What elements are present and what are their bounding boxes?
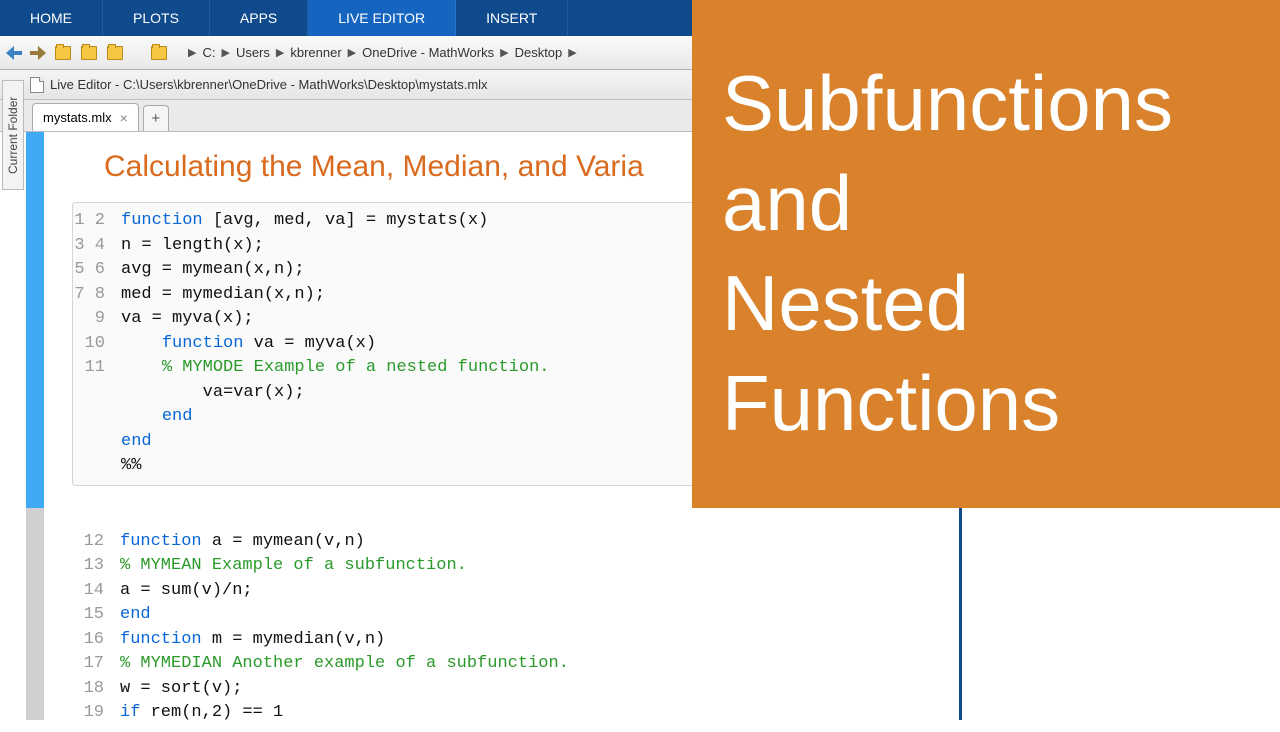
chevron-right-icon: ▶ bbox=[500, 46, 508, 59]
new-tab-button[interactable]: + bbox=[143, 105, 169, 131]
file-tab-label: mystats.mlx bbox=[43, 110, 112, 125]
close-icon[interactable]: × bbox=[120, 110, 128, 126]
file-tab[interactable]: mystats.mlx × bbox=[32, 103, 139, 131]
line-gutter: 1 2 3 4 5 6 7 8 9 10 11 bbox=[73, 203, 113, 485]
document-icon bbox=[30, 77, 44, 93]
panel-divider[interactable] bbox=[959, 508, 962, 720]
chevron-right-icon: ▶ bbox=[276, 46, 284, 59]
overlay-line: Subfunctions bbox=[722, 54, 1250, 154]
tab-live-editor[interactable]: LIVE EDITOR bbox=[308, 0, 456, 36]
folder-up-icon[interactable] bbox=[78, 42, 100, 64]
breadcrumb-item[interactable]: Users bbox=[236, 45, 270, 60]
breadcrumb-item[interactable]: OneDrive - MathWorks bbox=[362, 45, 494, 60]
line-gutter: 12 13 14 15 16 17 18 19 bbox=[72, 524, 112, 732]
forward-arrow-icon[interactable] bbox=[28, 43, 48, 63]
current-folder-panel-tab[interactable]: Current Folder bbox=[2, 80, 24, 190]
tab-home[interactable]: HOME bbox=[0, 0, 103, 36]
chevron-right-icon: ▶ bbox=[221, 46, 229, 59]
code-block[interactable]: 12 13 14 15 16 17 18 19 function a = mym… bbox=[72, 524, 940, 732]
chevron-right-icon: ▶ bbox=[188, 46, 196, 59]
overlay-line: and bbox=[722, 154, 1250, 254]
tab-apps[interactable]: APPS bbox=[210, 0, 308, 36]
chevron-right-icon: ▶ bbox=[568, 46, 576, 59]
title-overlay: Subfunctions and Nested Functions bbox=[692, 0, 1280, 508]
section-indicator bbox=[26, 508, 44, 720]
overlay-line: Functions bbox=[722, 354, 1250, 454]
tab-plots[interactable]: PLOTS bbox=[103, 0, 210, 36]
tab-insert[interactable]: INSERT bbox=[456, 0, 568, 36]
folder-parent-icon[interactable] bbox=[104, 42, 126, 64]
folder-open-icon[interactable] bbox=[52, 42, 74, 64]
back-arrow-icon[interactable] bbox=[4, 43, 24, 63]
overlay-line: Nested bbox=[722, 254, 1250, 354]
breadcrumb-item[interactable]: C: bbox=[202, 45, 215, 60]
folder-icon[interactable] bbox=[148, 42, 170, 64]
breadcrumb-item[interactable]: Desktop bbox=[515, 45, 563, 60]
breadcrumb-item[interactable]: kbrenner bbox=[290, 45, 341, 60]
breadcrumb: ▶ C: ▶ Users ▶ kbrenner ▶ OneDrive - Mat… bbox=[182, 45, 583, 60]
chevron-right-icon: ▶ bbox=[348, 46, 356, 59]
code-lines[interactable]: function a = mymean(v,n) % MYMEAN Exampl… bbox=[112, 524, 577, 732]
editor-title: Live Editor - C:\Users\kbrenner\OneDrive… bbox=[50, 77, 488, 92]
code-lines[interactable]: function [avg, med, va] = mystats(x) n =… bbox=[113, 203, 557, 485]
